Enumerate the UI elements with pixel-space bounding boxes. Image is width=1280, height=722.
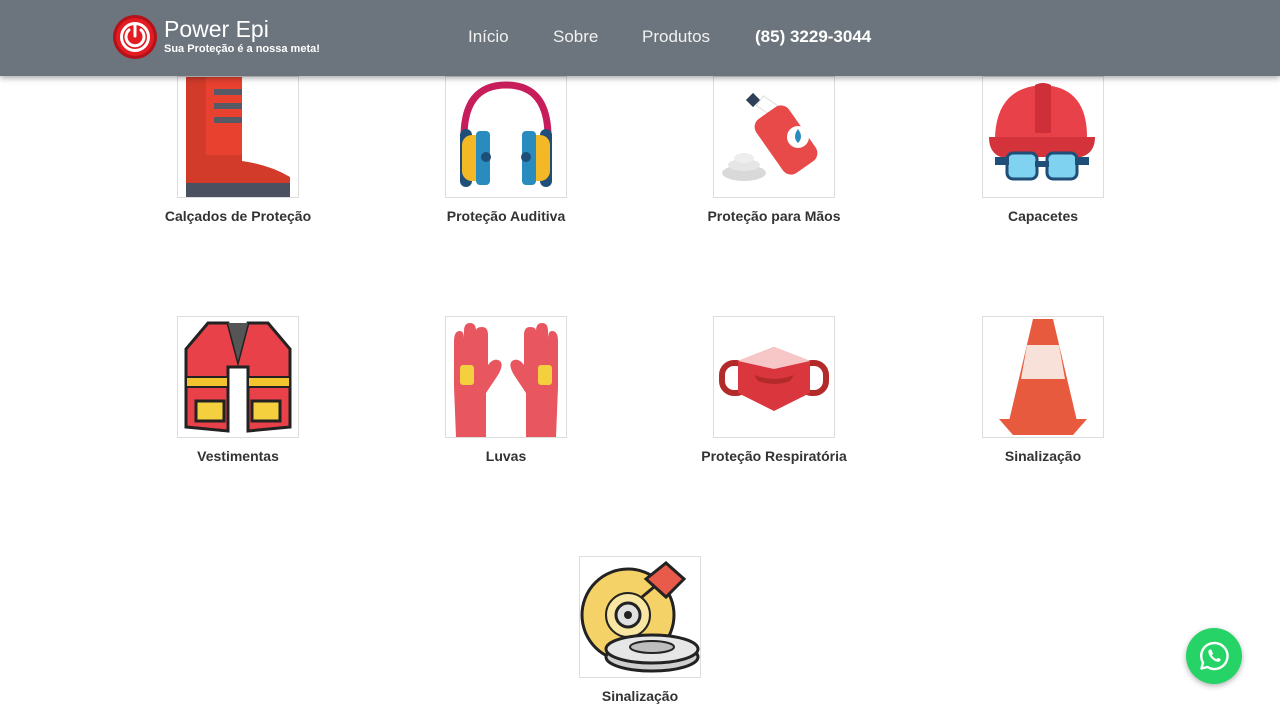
product-card[interactable]: Sinalização bbox=[943, 316, 1143, 476]
product-label: Proteção para Mãos bbox=[707, 208, 841, 224]
product-thumbnail bbox=[579, 556, 701, 678]
product-label: Capacetes bbox=[1007, 208, 1079, 224]
mask-icon bbox=[719, 347, 829, 411]
product-card[interactable]: Proteção para Mãos bbox=[674, 76, 874, 236]
product-card[interactable]: Luvas bbox=[406, 316, 606, 476]
product-card[interactable]: Proteção Respiratória bbox=[674, 316, 874, 476]
product-card[interactable]: Sinalização bbox=[540, 556, 740, 716]
product-thumbnail bbox=[982, 316, 1104, 438]
nav-link-home[interactable]: Início bbox=[468, 27, 509, 47]
boot-icon bbox=[186, 77, 290, 197]
nav-link-products[interactable]: Produtos bbox=[642, 27, 710, 47]
product-thumbnail bbox=[445, 76, 567, 198]
product-label: Proteção Auditiva bbox=[446, 208, 566, 224]
nav-link-about[interactable]: Sobre bbox=[553, 27, 598, 47]
product-card[interactable]: Capacetes bbox=[943, 76, 1143, 236]
brand-tagline: Sua Proteção é a nossa meta! bbox=[164, 43, 320, 55]
whatsapp-icon bbox=[1200, 641, 1229, 671]
product-thumbnail bbox=[177, 76, 299, 198]
product-thumbnail bbox=[445, 316, 567, 438]
brand-link[interactable]: Power Epi Sua Proteção é a nossa meta! bbox=[112, 14, 332, 62]
hand-cream-icon bbox=[722, 92, 818, 181]
helmet-icon bbox=[989, 83, 1095, 181]
product-thumbnail bbox=[713, 76, 835, 198]
product-thumbnail bbox=[713, 316, 835, 438]
navbar: Power Epi Sua Proteção é a nossa meta! I… bbox=[0, 0, 1280, 76]
headphones-icon bbox=[460, 81, 552, 187]
grinding-disc-icon bbox=[580, 561, 700, 673]
power-logo-icon bbox=[113, 15, 157, 59]
product-card[interactable]: Proteção Auditiva bbox=[406, 76, 606, 236]
product-card[interactable]: Vestimentas bbox=[138, 316, 338, 476]
brand-name: Power Epi bbox=[164, 16, 269, 42]
whatsapp-button[interactable] bbox=[1186, 628, 1242, 684]
product-label: Sinalização bbox=[1004, 448, 1082, 464]
traffic-cone-icon bbox=[999, 319, 1087, 435]
gloves-icon bbox=[454, 323, 558, 437]
vest-icon bbox=[184, 321, 292, 433]
product-card[interactable]: Calçados de Proteção bbox=[138, 76, 338, 236]
product-thumbnail bbox=[177, 316, 299, 438]
product-thumbnail bbox=[982, 76, 1104, 198]
nav-phone-link[interactable]: (85) 3229-3044 bbox=[755, 27, 871, 47]
product-label: Sinalização bbox=[601, 688, 679, 704]
product-label: Calçados de Proteção bbox=[164, 208, 312, 224]
product-label: Luvas bbox=[485, 448, 527, 464]
product-label: Vestimentas bbox=[197, 448, 279, 464]
product-label: Proteção Respiratória bbox=[701, 448, 847, 464]
